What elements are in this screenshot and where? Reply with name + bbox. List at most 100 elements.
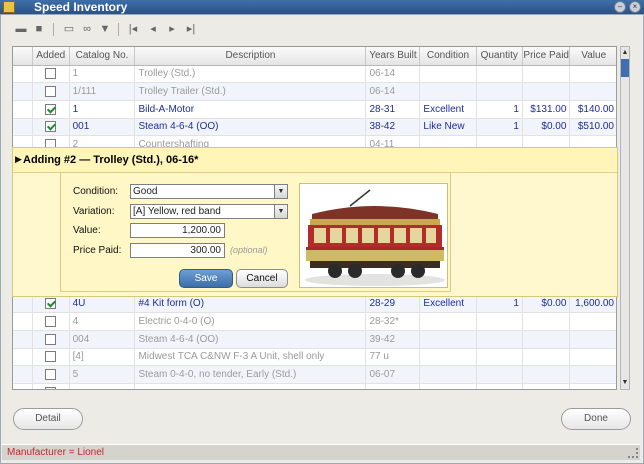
added-checkbox[interactable] xyxy=(45,68,57,80)
vertical-scrollbar[interactable]: ▲ ▼ xyxy=(620,46,630,390)
grid-header-row: Added Catalog No. Description Years Buil… xyxy=(13,47,616,66)
row-selector[interactable] xyxy=(13,294,33,314)
condition-label: Condition: xyxy=(73,186,119,197)
table-row[interactable]: 1 Trolley (Std.) 06-14 xyxy=(13,65,616,84)
row-selector[interactable] xyxy=(13,312,33,331)
added-checkbox[interactable] xyxy=(45,351,57,363)
last-record-icon[interactable]: ▸| xyxy=(184,22,198,36)
row-selector[interactable] xyxy=(13,118,33,137)
table-row[interactable]: 004 Steam 4-6-4 (OO) 39-42 xyxy=(13,330,616,349)
cell-value xyxy=(569,82,616,101)
cell-years: 38-42 xyxy=(365,118,421,137)
table-row[interactable]: 1/111 Trolley Trailer (Std.) 06-14 xyxy=(13,82,616,101)
add-item-header: ▶ Adding #2 — Trolley (Std.), 06-16* xyxy=(13,148,617,173)
close-icon[interactable]: × xyxy=(629,1,641,13)
cell-value xyxy=(569,383,616,389)
cell-price-paid xyxy=(522,82,571,101)
cell-value: $510.00 xyxy=(569,118,616,137)
trolley-photo xyxy=(299,183,448,288)
cell-catalog: 1/111 xyxy=(69,82,136,101)
row-selector[interactable] xyxy=(13,348,33,367)
column-header-catalog[interactable]: Catalog No. xyxy=(69,47,136,66)
row-selector[interactable] xyxy=(13,365,33,384)
table-row[interactable]: [4] Midwest TCA C&NW F-3 A Unit, shell on… xyxy=(13,348,616,367)
row-selector[interactable] xyxy=(13,383,33,389)
minimize-icon[interactable]: – xyxy=(614,1,626,13)
table-row[interactable]: 1 Bild-A-Motor 28-31 Excellent 1 $131.00 $140.… xyxy=(13,100,616,119)
column-header-quantity[interactable]: Quantity xyxy=(476,47,523,66)
cell-added xyxy=(32,100,70,119)
row-selector[interactable] xyxy=(13,65,33,84)
detail-button[interactable]: Detail xyxy=(13,408,83,430)
next-record-icon[interactable]: ▸ xyxy=(165,22,179,36)
table-row[interactable]: 4 Electric 0-4-0 (O) 28-32* xyxy=(13,312,616,331)
chevron-down-icon[interactable]: ▼ xyxy=(274,204,288,219)
row-selector[interactable] xyxy=(13,330,33,349)
row-selector[interactable] xyxy=(13,100,33,119)
added-checkbox[interactable] xyxy=(45,333,57,345)
done-button[interactable]: Done xyxy=(561,408,631,430)
cell-condition xyxy=(419,383,477,389)
first-record-icon[interactable]: |◂ xyxy=(126,22,140,36)
column-header-condition[interactable]: Condition xyxy=(419,47,477,66)
added-checkbox[interactable] xyxy=(45,85,57,97)
added-checkbox[interactable] xyxy=(45,298,57,310)
column-header-added[interactable]: Added xyxy=(32,47,70,66)
scroll-down-icon[interactable]: ▼ xyxy=(621,378,629,388)
column-header-description[interactable]: Description xyxy=(134,47,367,66)
binoculars-icon[interactable]: ∞ xyxy=(80,22,94,36)
cell-condition xyxy=(419,365,477,384)
cancel-button[interactable]: Cancel xyxy=(236,269,288,288)
scroll-up-icon[interactable]: ▲ xyxy=(621,48,629,58)
cell-price-paid xyxy=(522,348,571,367)
open-book-icon[interactable]: ▬ xyxy=(14,22,28,36)
cell-value xyxy=(569,312,616,331)
cell-value: $140.00 xyxy=(569,100,616,119)
cell-price-paid xyxy=(522,330,571,349)
added-checkbox[interactable] xyxy=(45,121,57,133)
print-icon[interactable]: ▭ xyxy=(62,22,76,36)
chevron-down-icon[interactable]: ▼ xyxy=(274,184,288,199)
previous-record-icon[interactable]: ◂ xyxy=(146,22,160,36)
cell-price-paid: $0.00 xyxy=(522,118,571,137)
table-row[interactable]: 4U #4 Kit form (O) 28-29 Excellent 1 $0.00 1,6… xyxy=(13,294,616,314)
cell-added xyxy=(32,348,70,367)
cell-catalog: 1 xyxy=(69,100,136,119)
cell-added xyxy=(32,82,70,101)
added-checkbox[interactable] xyxy=(45,368,57,380)
price-paid-field[interactable]: 300.00 xyxy=(130,243,225,258)
cell-quantity xyxy=(476,383,523,389)
column-header-price-paid[interactable]: Price Paid xyxy=(522,47,571,66)
table-row[interactable] xyxy=(13,383,616,389)
cell-condition xyxy=(419,348,477,367)
value-field[interactable]: 1,200.00 xyxy=(130,223,225,238)
save-button[interactable]: Save xyxy=(179,269,233,288)
cell-catalog: 4U xyxy=(69,294,136,314)
column-header-years[interactable]: Years Built xyxy=(365,47,421,66)
column-header-value[interactable]: Value xyxy=(569,47,616,66)
scroll-thumb[interactable] xyxy=(621,59,629,77)
added-checkbox[interactable] xyxy=(45,386,57,389)
cell-condition xyxy=(419,330,477,349)
resize-grip-icon[interactable] xyxy=(628,448,638,458)
added-checkbox[interactable] xyxy=(45,315,57,327)
table-row[interactable]: 5 Steam 0-4-0, no tender, Early (Std.) 06-… xyxy=(13,365,616,384)
table-row[interactable]: 001 Steam 4-6-4 (OO) 38-42 Like New 1 $0.00 $5… xyxy=(13,118,616,137)
folder-icon[interactable]: ■ xyxy=(32,22,46,36)
cell-price-paid: $131.00 xyxy=(522,100,571,119)
price-paid-label: Price Paid: xyxy=(73,245,122,256)
condition-select[interactable]: Good ▼ xyxy=(130,184,288,199)
cell-value: 1,600.00 xyxy=(569,294,616,314)
cell-description: Electric 0-4-0 (O) xyxy=(134,312,367,331)
row-selector[interactable] xyxy=(13,82,33,101)
cell-quantity: 1 xyxy=(476,118,523,137)
cell-description: Steam 4-6-4 (OO) xyxy=(134,330,367,349)
filter-icon[interactable]: ▼ xyxy=(98,22,112,36)
cell-years: 39-42 xyxy=(365,330,421,349)
cell-catalog: 5 xyxy=(69,365,136,384)
cell-added xyxy=(32,383,70,389)
added-checkbox[interactable] xyxy=(45,103,57,115)
variation-select[interactable]: [A] Yellow, red band ▼ xyxy=(130,204,288,219)
cell-description: Steam 0-4-0, no tender, Early (Std.) xyxy=(134,365,367,384)
cell-value xyxy=(569,348,616,367)
